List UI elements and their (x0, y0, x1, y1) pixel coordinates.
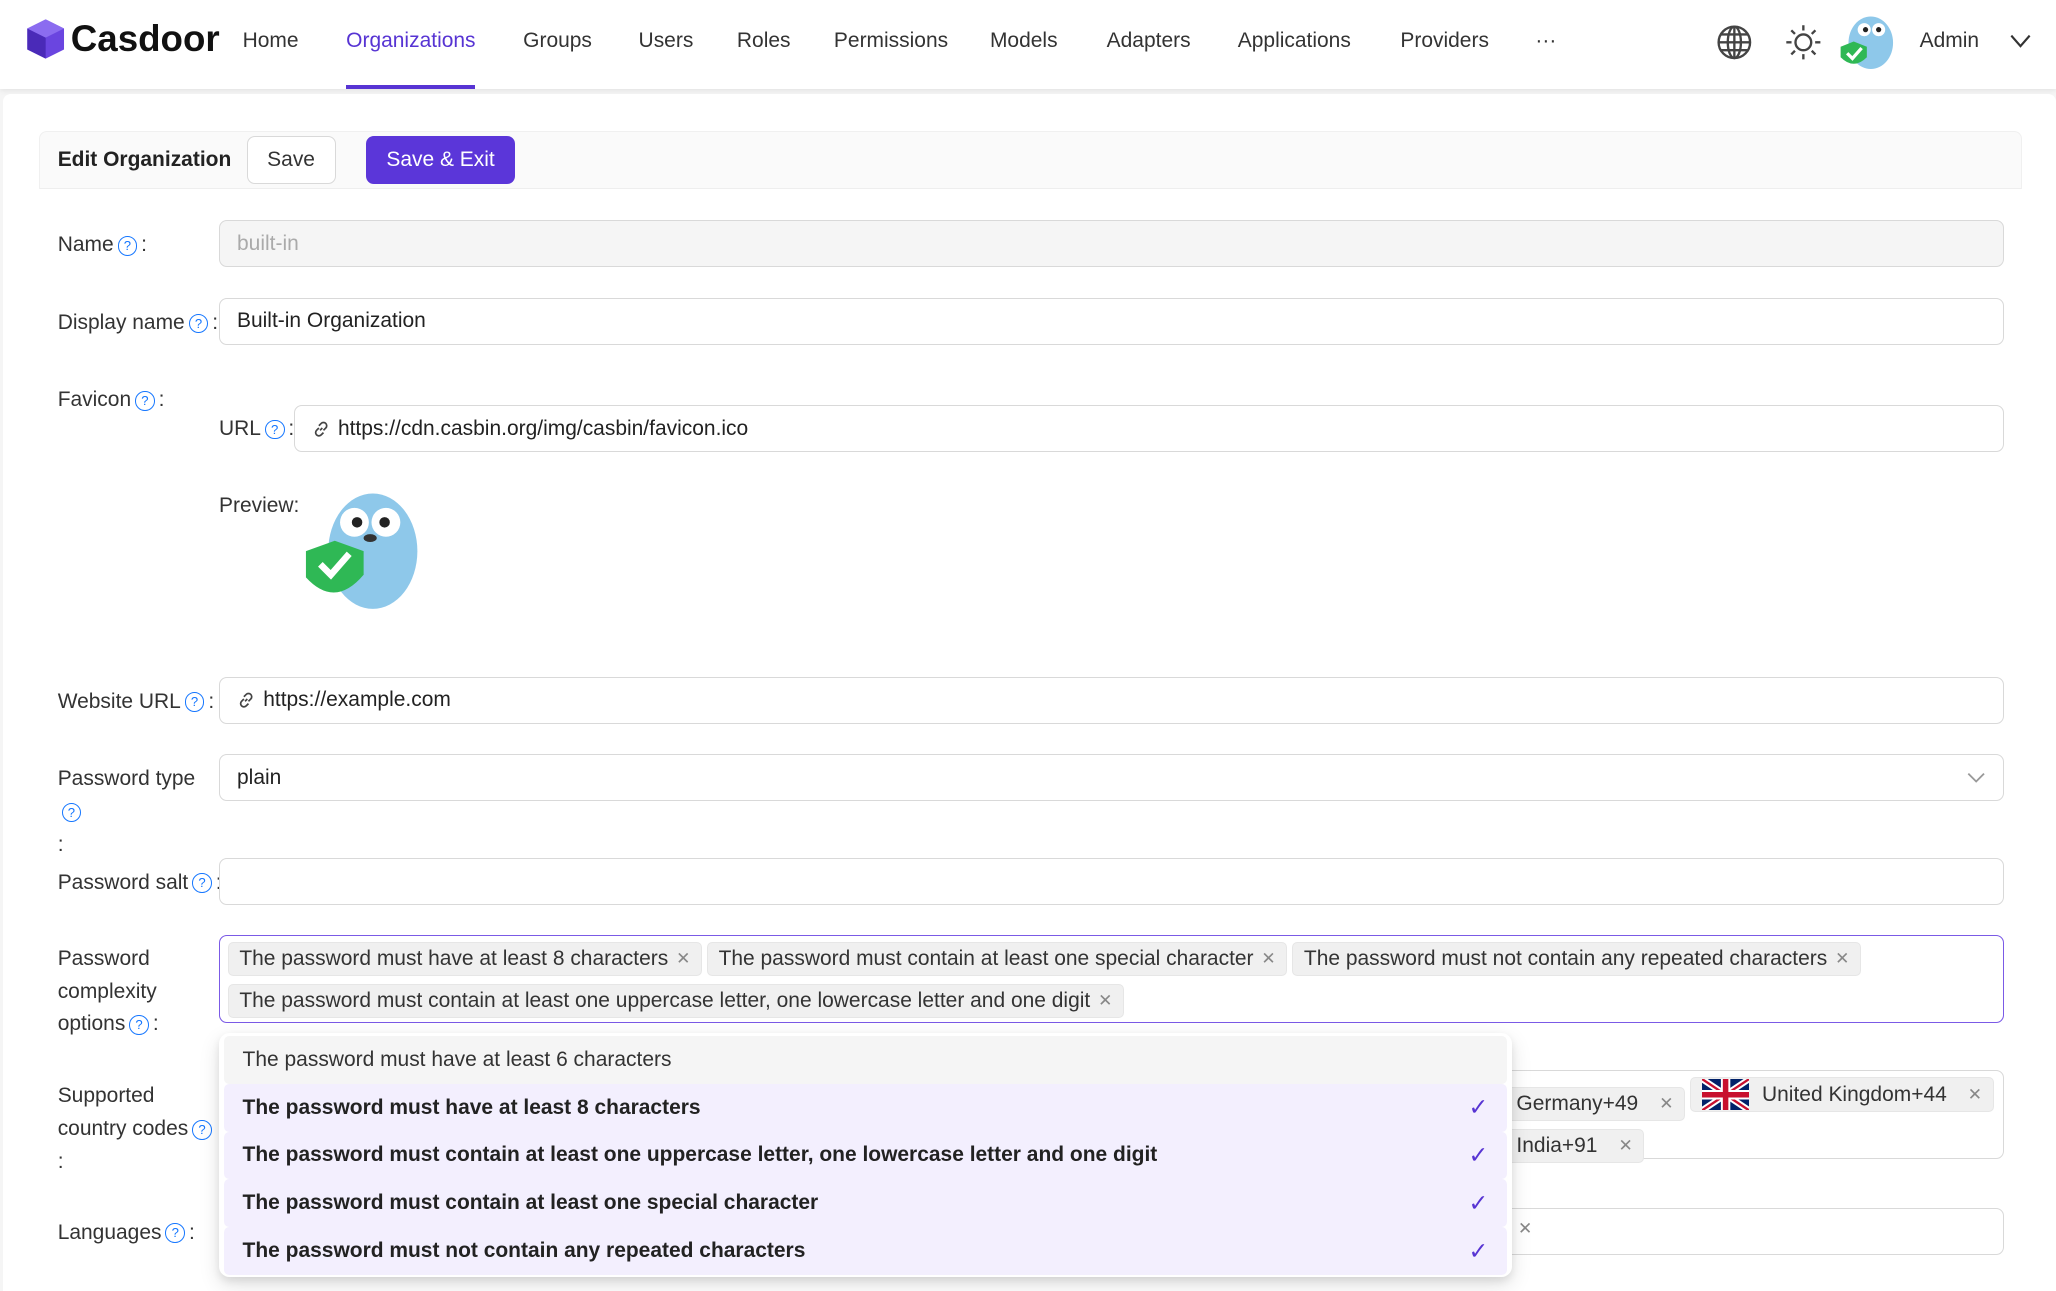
check-icon: ✓ (1468, 1238, 1489, 1265)
country-tag: Germany+49 ✕ (1504, 1087, 1685, 1122)
display-name-label: Display name?: (57, 310, 219, 334)
check-icon: ✓ (1468, 1142, 1489, 1169)
country-tag: United Kingdom+44 ✕ (1690, 1077, 1994, 1112)
favicon-url-label: URL?: (218, 417, 295, 441)
card-header (39, 131, 2022, 189)
uk-flag-icon (1701, 1078, 1749, 1111)
active-tab-indicator (346, 85, 475, 90)
favicon-url-input[interactable]: https://cdn.casbin.org/img/casbin/favico… (293, 405, 2004, 453)
cube-logo-icon (27, 19, 65, 59)
website-url-label: Website URL?: (57, 689, 215, 713)
help-icon[interactable]: ? (61, 802, 82, 823)
check-icon: ✓ (1468, 1095, 1489, 1122)
password-complexity-select[interactable]: The password must have at least 8 charac… (218, 934, 2004, 1023)
link-icon (314, 421, 328, 437)
nav-adapters[interactable]: Adapters (1107, 29, 1191, 53)
favicon-preview-image (305, 493, 417, 609)
nav-models[interactable]: Models (990, 29, 1058, 53)
selected-tag: The password must contain at least one u… (227, 984, 1124, 1019)
nav-home[interactable]: Home (243, 29, 299, 53)
remove-tag-icon[interactable]: ✕ (1098, 991, 1112, 1011)
preview-label: Preview: (218, 494, 300, 518)
chevron-down-icon (1967, 772, 1985, 783)
help-icon[interactable]: ? (117, 236, 138, 256)
nav-permissions[interactable]: Permissions (834, 29, 948, 53)
favicon-label: Favicon?: (57, 388, 165, 412)
help-icon[interactable]: ? (184, 692, 205, 713)
remove-tag-icon[interactable]: ✕ (1518, 1219, 1532, 1239)
password-type-select[interactable]: plain (218, 753, 2004, 802)
remove-tag-icon[interactable]: ✕ (1835, 949, 1849, 969)
country-codes-label: Supported country codes?: (58, 1080, 216, 1178)
nav-roles[interactable]: Roles (737, 29, 791, 53)
nav-applications[interactable]: Applications (1238, 29, 1351, 53)
remove-tag-icon[interactable]: ✕ (1618, 1136, 1632, 1156)
password-salt-input[interactable] (218, 857, 2004, 905)
password-salt-label: Password salt?: (58, 867, 222, 900)
link-icon (239, 692, 253, 708)
app-name: Casdoor (70, 18, 220, 60)
help-icon[interactable]: ? (264, 419, 285, 440)
display-name-input[interactable]: Built-in Organization (218, 297, 2004, 345)
user-name[interactable]: Admin (1920, 29, 1979, 53)
save-exit-button[interactable]: Save & Exit (365, 136, 516, 184)
save-button[interactable]: Save (246, 136, 336, 184)
globe-icon[interactable] (1716, 24, 1753, 61)
dropdown-option[interactable]: The password must not contain any repeat… (224, 1227, 1507, 1276)
dropdown-option[interactable]: The password must contain at least one s… (224, 1179, 1507, 1228)
help-icon[interactable]: ? (192, 873, 212, 894)
country-tag: India+91 ✕ (1504, 1129, 1645, 1164)
selected-tag: The password must contain at least one s… (707, 942, 1288, 977)
complexity-dropdown: The password must have at least 6 charac… (218, 1033, 1512, 1278)
top-nav: Casdoor Home Organizations Groups Users … (0, 0, 2056, 90)
nav-providers[interactable]: Providers (1400, 29, 1489, 53)
user-avatar[interactable] (1838, 10, 1896, 70)
dropdown-option[interactable]: The password must have at least 6 charac… (224, 1035, 1507, 1084)
remove-tag-icon[interactable]: ✕ (1968, 1085, 1982, 1105)
casdoor-logo[interactable]: Casdoor (26, 18, 220, 60)
password-complexity-label: Password complexity options?: (57, 946, 159, 1036)
name-label: Name?: (57, 233, 147, 257)
nav-more[interactable]: ··· (1535, 29, 1556, 53)
chevron-down-icon[interactable] (2010, 33, 2031, 49)
website-url-input[interactable]: https://example.com (218, 676, 2004, 724)
nav-organizations[interactable]: Organizations (346, 29, 475, 53)
help-icon[interactable]: ? (192, 1119, 212, 1140)
nav-users[interactable]: Users (639, 29, 694, 53)
selected-tag: The password must have at least 8 charac… (227, 942, 702, 977)
remove-tag-icon[interactable]: ✕ (676, 949, 690, 969)
dropdown-option[interactable]: The password must have at least 8 charac… (224, 1083, 1507, 1132)
help-icon[interactable]: ? (188, 313, 209, 334)
name-input[interactable]: built-in (218, 220, 2004, 268)
sun-icon[interactable] (1785, 24, 1822, 61)
help-icon[interactable]: ? (129, 1015, 149, 1035)
nav-groups[interactable]: Groups (523, 29, 592, 53)
remove-tag-icon[interactable]: ✕ (1261, 949, 1275, 969)
help-icon[interactable]: ? (165, 1223, 186, 1244)
dropdown-option[interactable]: The password must contain at least one u… (224, 1131, 1507, 1180)
page-title: Edit Organization (57, 148, 232, 172)
password-type-label: Password type?: (57, 767, 196, 856)
help-icon[interactable]: ? (135, 390, 155, 411)
selected-tag: The password must not contain any repeat… (1292, 942, 1861, 977)
check-icon: ✓ (1468, 1190, 1489, 1217)
languages-label: Languages?: (57, 1220, 195, 1244)
remove-tag-icon[interactable]: ✕ (1659, 1094, 1673, 1114)
